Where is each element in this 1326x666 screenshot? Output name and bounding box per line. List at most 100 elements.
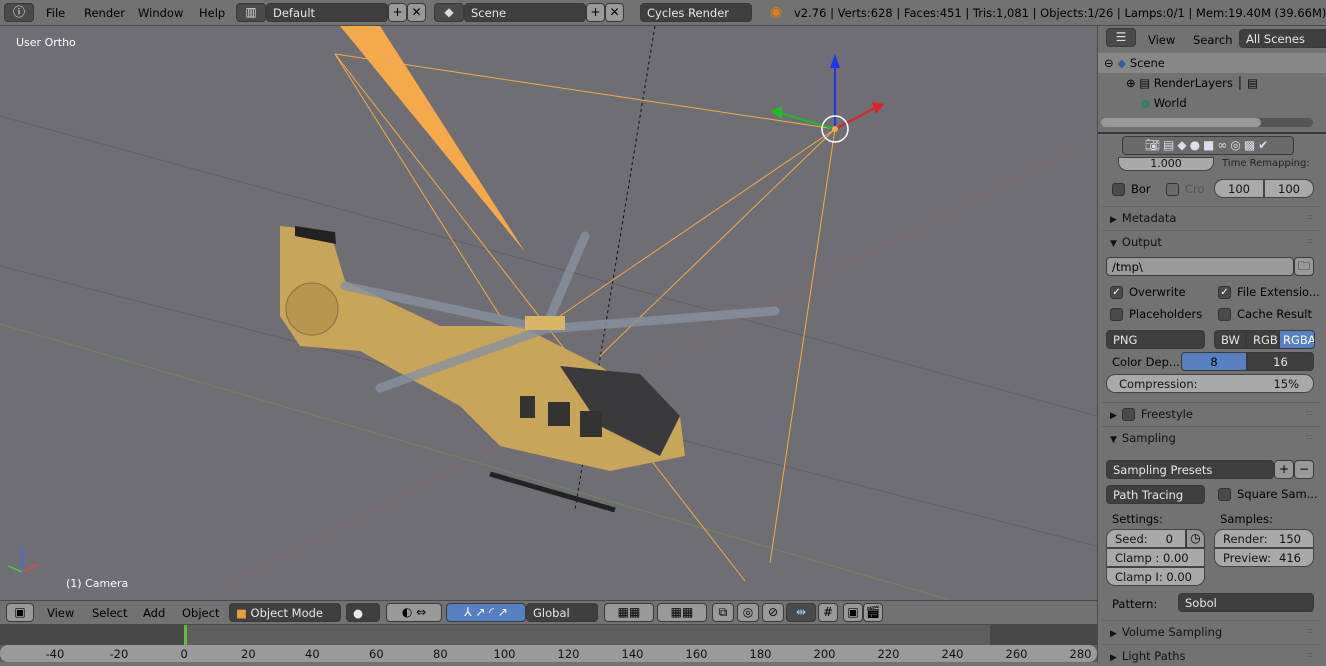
add-preset-icon[interactable]: + [1274, 460, 1294, 479]
layout-field[interactable]: Default [266, 3, 388, 22]
border-checkbox[interactable]: Bor [1112, 182, 1151, 196]
color-rgb-button[interactable]: RGB [1246, 330, 1279, 349]
shading-select[interactable]: ● [346, 603, 380, 622]
square-samples-label: Square Sam... [1237, 487, 1318, 501]
outliner-menu-search[interactable]: Search [1193, 33, 1233, 47]
clampi-label: Clamp I: [1115, 570, 1163, 584]
file-format-select[interactable]: PNG [1106, 330, 1205, 349]
integrator-select[interactable]: Path Tracing [1106, 485, 1205, 504]
color-depth-8[interactable]: 8 [1181, 352, 1247, 371]
panel-metadata[interactable]: ▶ Metadata:::: [1102, 206, 1320, 228]
3d-viewport[interactable]: User Ortho (1) Camera [0, 26, 1097, 600]
orientation-select[interactable]: Global [526, 603, 598, 622]
outliner-menu-view[interactable]: View [1148, 33, 1175, 47]
snap-element-icon[interactable]: ⇹ [786, 603, 816, 622]
outliner: ☰ View Search All Scenes ⊖ ◆ Scene ⊕ ▤ R… [1098, 26, 1326, 130]
outliner-filter-select[interactable]: All Scenes [1239, 29, 1326, 48]
folder-icon[interactable]: 🗀︎ [1294, 257, 1314, 276]
remove-scene-icon[interactable]: ✕ [605, 3, 624, 22]
timeline-scrollbar[interactable] [0, 645, 1097, 662]
placeholders-checkbox[interactable]: Placeholders [1110, 307, 1202, 321]
file-extension-label: File Extensio... [1237, 285, 1320, 299]
outliner-item-scene[interactable]: ⊖ ◆ Scene [1104, 56, 1165, 70]
view-label: User Ortho [16, 36, 76, 49]
sampling-label: Sampling [1121, 431, 1176, 445]
panel-light-paths[interactable]: ▶ Light Paths:::: [1102, 644, 1320, 666]
mode-select[interactable]: ■ Object Mode [229, 603, 341, 622]
menu-object[interactable]: Object [182, 606, 219, 620]
snap-icon[interactable]: ⊘ [762, 603, 784, 622]
timeline[interactable]: -40 -20 0 20 40 60 80 100 120 140 160 180 200 220 240 2… [0, 625, 1097, 662]
color-depth-16[interactable]: 16 [1247, 352, 1314, 371]
camera-triangle [340, 26, 525, 252]
manipulator-icon[interactable]: ⅄ ↗ ◜ ↗ [446, 603, 526, 622]
compression-slider[interactable]: Compression: 15% [1106, 374, 1314, 393]
panel-sampling[interactable]: ▼ Sampling:::: [1102, 426, 1320, 448]
render-anim-icon[interactable]: 🎬︎ [863, 603, 883, 622]
clamp-direct-field[interactable]: Clamp : 0.00 [1106, 548, 1205, 567]
render-engine-select[interactable]: Cycles Render [640, 3, 752, 22]
pivot-icon[interactable]: ◐ ⇔ [386, 603, 442, 622]
layer-lock-icon[interactable]: ⧉ [712, 603, 734, 622]
menu-select[interactable]: Select [92, 606, 127, 620]
outliner-editor-icon[interactable]: ☰ [1106, 28, 1136, 47]
menu-file[interactable]: File [46, 6, 65, 20]
overwrite-checkbox[interactable]: ✓ Overwrite [1110, 285, 1186, 299]
preview-samples-field[interactable]: Preview: 416 [1214, 548, 1314, 567]
timeline-inactive-region-end [990, 625, 1097, 645]
add-scene-icon[interactable]: + [586, 3, 605, 22]
layers-grid-2[interactable]: ▦▦ [657, 603, 707, 622]
compression-label: Compression: [1119, 377, 1198, 391]
time-remap-new[interactable]: 100 [1264, 179, 1314, 198]
clamp-value: 0.00 [1162, 551, 1189, 565]
scene-icon: ◆ [1117, 56, 1127, 70]
panel-freestyle[interactable]: ▶ Freestyle:::: [1102, 402, 1320, 424]
menu-window[interactable]: Window [138, 6, 183, 20]
outliner-item-renderlayers[interactable]: ⊕ ▤ RenderLayers │ ▤ [1126, 76, 1258, 90]
object-label: (1) Camera [66, 577, 129, 590]
cache-result-checkbox[interactable]: Cache Result [1218, 307, 1312, 321]
snap-target-icon[interactable]: # [818, 603, 838, 622]
crop-checkbox[interactable]: Cro [1166, 182, 1205, 196]
frame-rate-base-field[interactable]: 1.000 [1118, 157, 1214, 171]
color-bw-button[interactable]: BW [1214, 330, 1246, 349]
border-label: Bor [1131, 182, 1151, 196]
remove-preset-icon[interactable]: − [1294, 460, 1314, 479]
settings-label: Settings: [1112, 512, 1164, 526]
menu-add[interactable]: Add [143, 606, 165, 620]
properties-context-tabs[interactable]: 📷︎▤◆●■∞◎▩✔ [1122, 136, 1294, 155]
sampling-presets-select[interactable]: Sampling Presets [1106, 460, 1274, 479]
scene-field[interactable]: Scene [464, 3, 586, 22]
color-rgba-button[interactable]: RGBA [1279, 330, 1315, 349]
editor-type-icon[interactable]: ▣ [6, 603, 34, 622]
square-samples-checkbox[interactable]: Square Sam... [1218, 487, 1318, 501]
panel-output[interactable]: ▼ Output:::: [1102, 230, 1320, 252]
outliner-scrollbar[interactable] [1101, 118, 1313, 127]
viewport-scene [0, 26, 1097, 600]
file-extension-checkbox[interactable]: ✓ File Extensio... [1218, 285, 1320, 299]
layers-grid-1[interactable]: ▦▦ [604, 603, 654, 622]
panel-volume-sampling[interactable]: ▶ Volume Sampling:::: [1102, 620, 1320, 642]
render-still-icon[interactable]: ▣ [843, 603, 863, 622]
proportional-edit-icon[interactable]: ◎ [737, 603, 759, 622]
seed-field[interactable]: Seed: 0 [1106, 529, 1186, 548]
menu-render[interactable]: Render [84, 6, 125, 20]
current-frame-marker[interactable] [184, 625, 187, 645]
stats-text: v2.76 | Verts:628 | Faces:451 | Tris:1,0… [794, 6, 1326, 20]
info-editor-icon[interactable]: ⓘ [4, 3, 34, 22]
layout-icon[interactable]: ▥ [236, 3, 266, 22]
top-bar: ⓘ File Render Window Help ▥ Default + ✕ … [0, 0, 1326, 26]
menu-help[interactable]: Help [199, 6, 225, 20]
clamp-indirect-field[interactable]: Clamp I: 0.00 [1106, 567, 1205, 586]
render-samples-field[interactable]: Render: 150 [1214, 529, 1314, 548]
pattern-select[interactable]: Sobol [1178, 593, 1314, 612]
output-path-input[interactable]: /tmp\ [1106, 257, 1294, 276]
menu-view[interactable]: View [47, 606, 74, 620]
scene-icon[interactable]: ◆ [434, 3, 464, 22]
clampi-value: 0.00 [1166, 570, 1192, 584]
animated-seed-icon[interactable]: ◷ [1186, 529, 1205, 548]
outliner-item-world[interactable]: ● World [1140, 96, 1187, 110]
remove-layout-icon[interactable]: ✕ [407, 3, 426, 22]
add-layout-icon[interactable]: + [388, 3, 407, 22]
time-remap-old[interactable]: 100 [1214, 179, 1264, 198]
